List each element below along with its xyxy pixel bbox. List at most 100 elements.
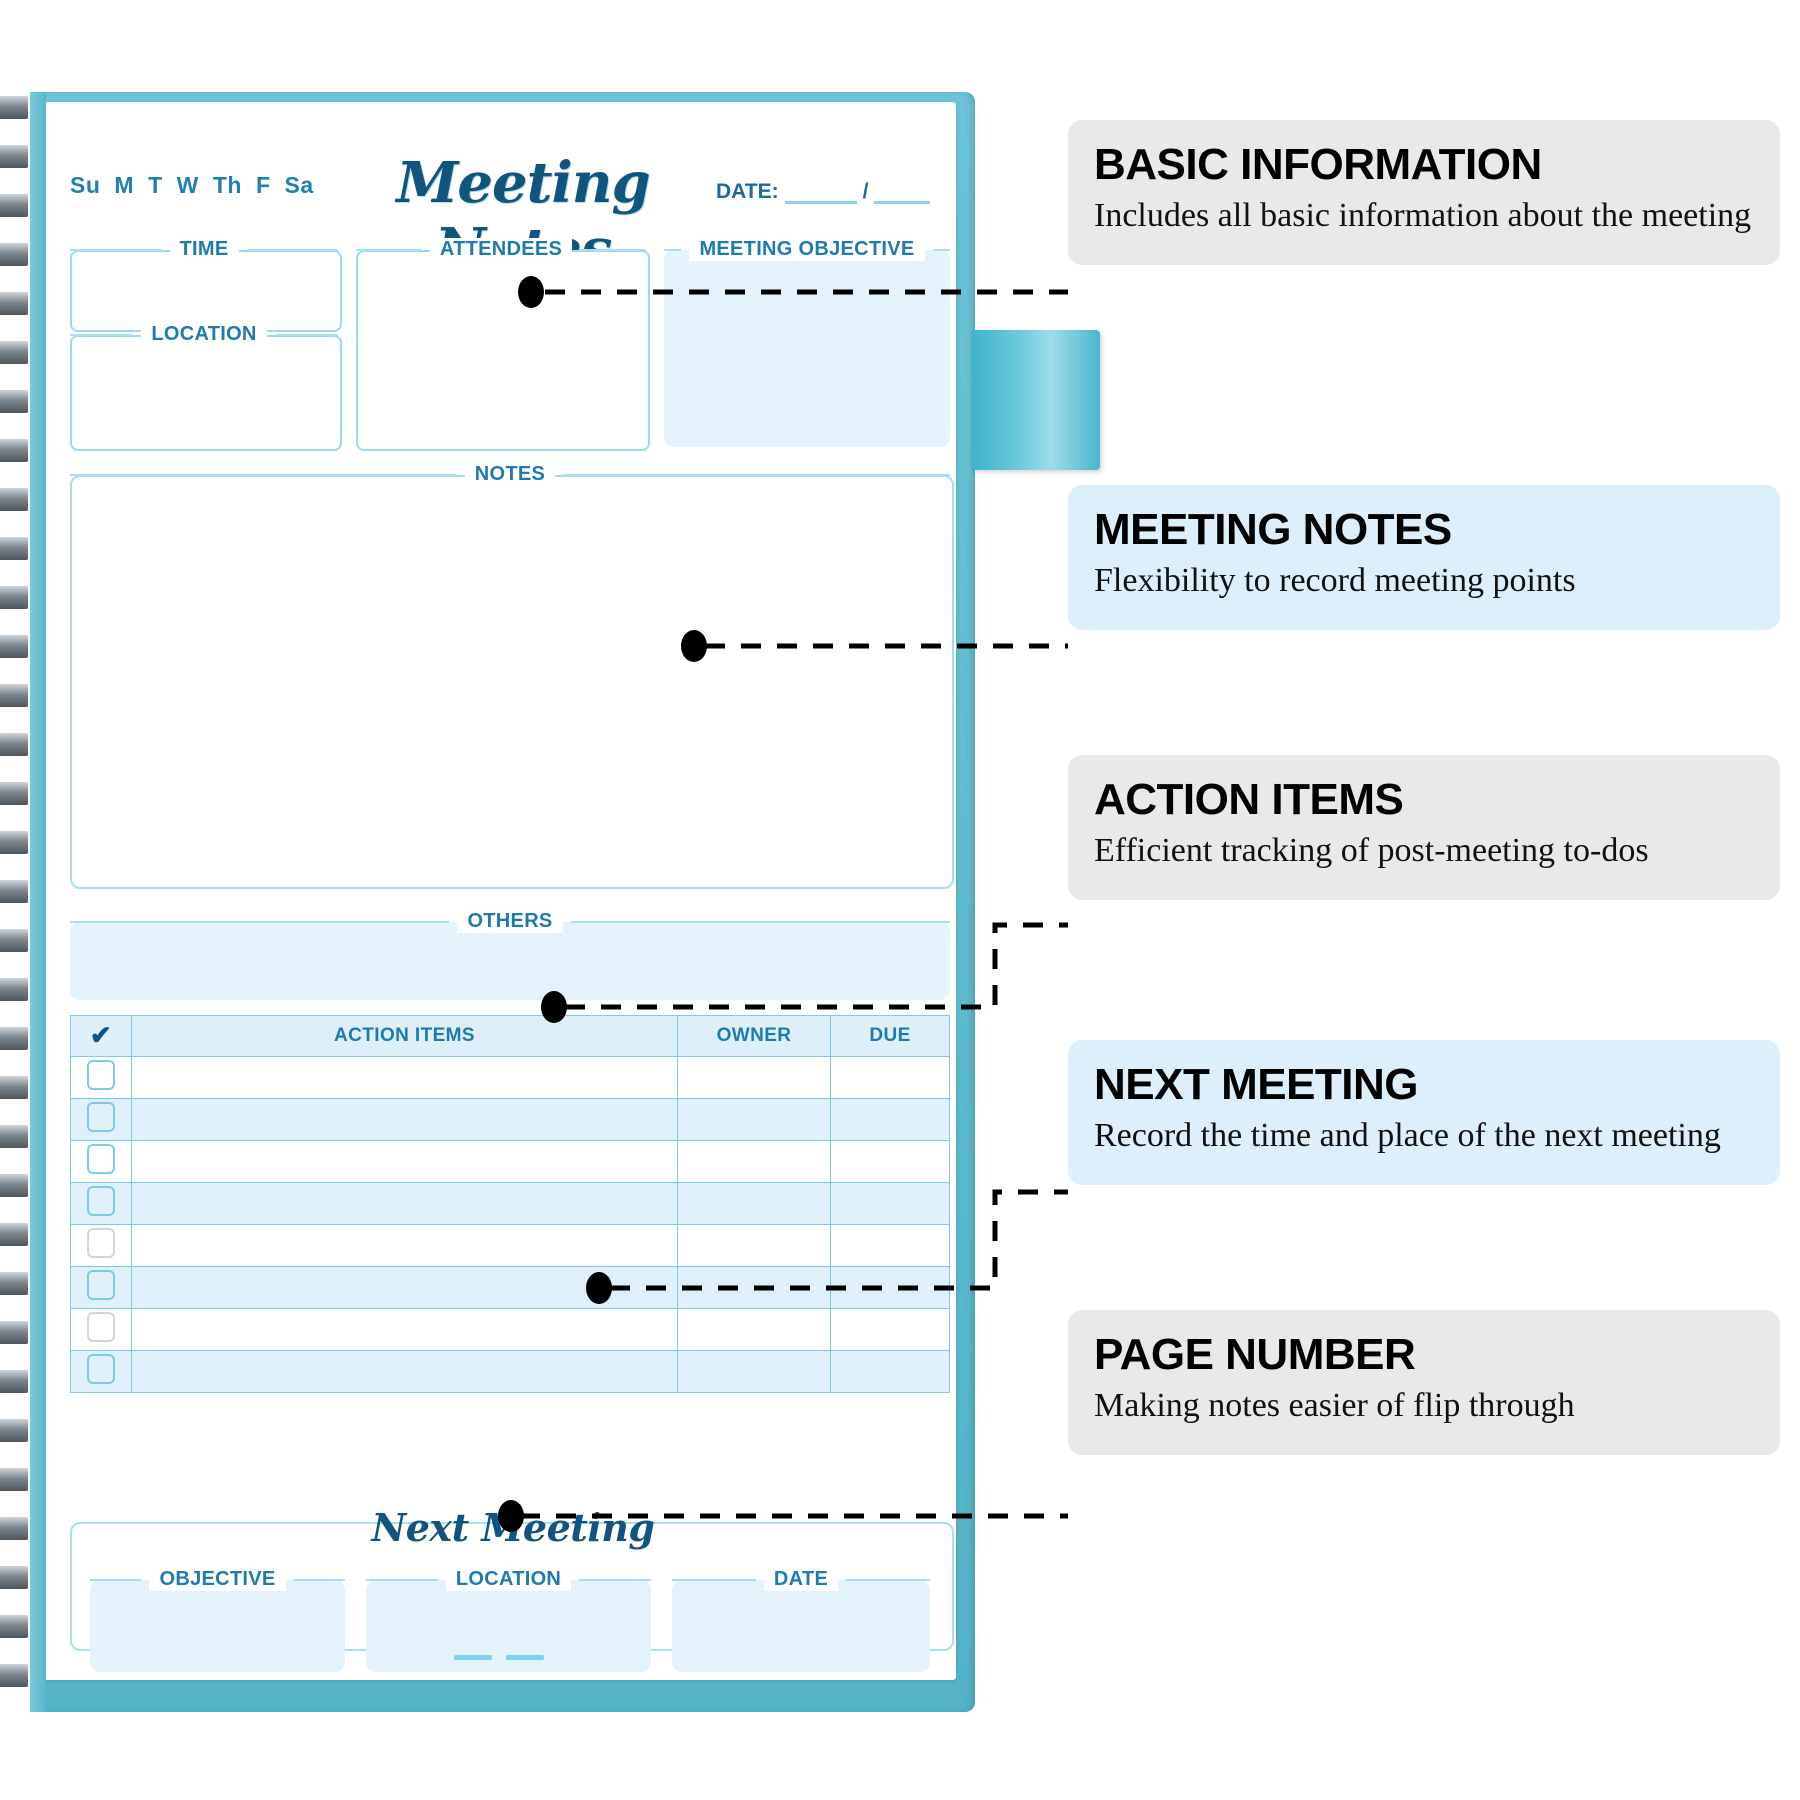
row-due-cell[interactable] — [830, 1056, 950, 1099]
coil-clip — [0, 635, 28, 658]
field-time-input[interactable] — [70, 250, 342, 332]
row-action-item-cell[interactable] — [131, 1266, 678, 1309]
coil-clip — [0, 1076, 28, 1099]
page-number-blank-1[interactable] — [454, 1655, 492, 1660]
row-checkbox-cell[interactable] — [70, 1308, 132, 1351]
checkbox-icon[interactable] — [87, 1144, 115, 1174]
coil-clip — [0, 733, 28, 756]
coil-clip — [0, 1615, 28, 1638]
row-owner-cell[interactable] — [677, 1308, 831, 1351]
rule-left — [356, 248, 422, 251]
date-field[interactable]: DATE: / — [716, 180, 931, 204]
row-due-cell[interactable] — [830, 1098, 950, 1141]
rule-left — [70, 920, 450, 923]
field-attendees-input[interactable] — [356, 250, 650, 451]
coil-clip — [0, 1321, 28, 1344]
row-owner-cell[interactable] — [677, 1098, 831, 1141]
table-row[interactable] — [70, 1098, 950, 1141]
row-owner-cell[interactable] — [677, 1140, 831, 1183]
rule-right — [846, 1578, 931, 1581]
rule-right — [580, 248, 646, 251]
coil-clip — [0, 439, 28, 462]
table-row[interactable] — [70, 1266, 950, 1309]
row-action-item-cell[interactable] — [131, 1098, 678, 1141]
row-checkbox-cell[interactable] — [70, 1098, 132, 1141]
row-action-item-cell[interactable] — [131, 1182, 678, 1225]
field-meeting-objective[interactable]: MEETING OBJECTIVE — [664, 238, 951, 447]
row-checkbox-cell[interactable] — [70, 1140, 132, 1183]
table-row[interactable] — [70, 1056, 950, 1099]
callout-body: Flexibility to record meeting points — [1094, 562, 1576, 600]
notebook: SuMTWThFSa Meeting Notes DATE: / TIME — [30, 92, 975, 1712]
checkbox-icon[interactable] — [87, 1060, 115, 1090]
table-row[interactable] — [70, 1350, 950, 1393]
table-row[interactable] — [70, 1140, 950, 1183]
field-meeting-objective-label: MEETING OBJECTIVE — [664, 238, 951, 261]
checkbox-icon[interactable] — [87, 1354, 115, 1384]
weekday-m[interactable]: M — [114, 172, 134, 198]
row-checkbox-cell[interactable] — [70, 1224, 132, 1267]
table-header-row: ✔ ACTION ITEMS OWNER DUE — [70, 1015, 950, 1057]
weekday-th[interactable]: Th — [213, 172, 242, 198]
page-number-blank-2[interactable] — [506, 1655, 544, 1660]
row-owner-cell[interactable] — [677, 1350, 831, 1393]
field-location-input[interactable] — [70, 335, 342, 451]
row-due-cell[interactable] — [830, 1266, 950, 1309]
checkbox-icon[interactable] — [87, 1270, 115, 1300]
row-due-cell[interactable] — [830, 1308, 950, 1351]
date-blank-2[interactable] — [874, 185, 931, 204]
field-next-objective[interactable]: OBJECTIVE — [90, 1568, 345, 1672]
checkbox-icon[interactable] — [87, 1102, 115, 1132]
field-others[interactable]: OTHERS — [70, 910, 951, 1000]
weekday-su[interactable]: Su — [70, 172, 100, 198]
row-owner-cell[interactable] — [677, 1224, 831, 1267]
table-row[interactable] — [70, 1224, 950, 1267]
coil-clip — [0, 243, 28, 266]
row-action-item-cell[interactable] — [131, 1224, 678, 1267]
weekday-w[interactable]: W — [177, 172, 199, 198]
coil-clip — [0, 880, 28, 903]
checkbox-icon[interactable] — [87, 1312, 115, 1342]
table-row[interactable] — [70, 1182, 950, 1225]
field-location[interactable]: LOCATION — [70, 323, 342, 451]
row-action-item-cell[interactable] — [131, 1056, 678, 1099]
field-others-input[interactable] — [70, 922, 950, 1000]
field-time-label: TIME — [70, 238, 339, 261]
coil-clip — [0, 1027, 28, 1050]
row-checkbox-cell[interactable] — [70, 1182, 132, 1225]
page-header: SuMTWThFSa Meeting Notes DATE: / — [68, 150, 958, 282]
field-next-date-input[interactable] — [672, 1580, 930, 1672]
action-items-table[interactable]: ✔ ACTION ITEMS OWNER DUE — [70, 1015, 950, 1393]
date-blank-1[interactable] — [784, 185, 857, 204]
row-due-cell[interactable] — [830, 1224, 950, 1267]
row-checkbox-cell[interactable] — [70, 1350, 132, 1393]
row-checkbox-cell[interactable] — [70, 1056, 132, 1099]
row-due-cell[interactable] — [830, 1140, 950, 1183]
weekday-row[interactable]: Su M T W Th F Sa — [70, 172, 328, 199]
row-owner-cell[interactable] — [677, 1182, 831, 1225]
column-action-items: ACTION ITEMS — [131, 1015, 678, 1057]
table-row[interactable] — [70, 1308, 950, 1351]
row-due-cell[interactable] — [830, 1350, 950, 1393]
field-next-objective-input[interactable] — [90, 1580, 345, 1672]
row-owner-cell[interactable] — [677, 1056, 831, 1099]
row-checkbox-cell[interactable] — [70, 1266, 132, 1309]
page-number-field[interactable] — [454, 1655, 544, 1660]
row-due-cell[interactable] — [830, 1182, 950, 1225]
field-notes[interactable]: NOTES — [70, 463, 954, 889]
row-action-item-cell[interactable] — [131, 1350, 678, 1393]
checkbox-icon[interactable] — [87, 1186, 115, 1216]
row-owner-cell[interactable] — [677, 1266, 831, 1309]
field-next-date[interactable]: DATE — [672, 1568, 931, 1672]
field-meeting-objective-input[interactable] — [664, 250, 950, 447]
row-action-item-cell[interactable] — [131, 1308, 678, 1351]
field-notes-input[interactable] — [70, 475, 954, 889]
weekday-t[interactable]: T — [148, 172, 163, 198]
field-time[interactable]: TIME — [70, 238, 342, 332]
field-attendees[interactable]: ATTENDEES — [356, 238, 650, 451]
page-content: SuMTWThFSa Meeting Notes DATE: / TIME — [68, 110, 958, 1672]
weekday-sa[interactable]: Sa — [285, 172, 314, 198]
row-action-item-cell[interactable] — [131, 1140, 678, 1183]
weekday-f[interactable]: F — [256, 172, 271, 198]
checkbox-icon[interactable] — [87, 1228, 115, 1258]
